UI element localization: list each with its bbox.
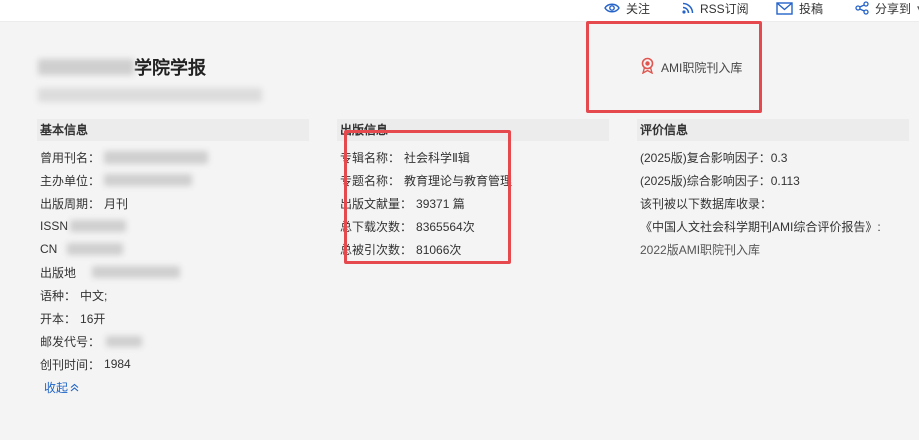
rss-button[interactable]: RSS订阅 (682, 0, 749, 16)
collapse-label: 收起 (44, 381, 69, 395)
award-ribbon-icon (640, 57, 655, 77)
indexed-by-text: 该刊被以下数据库收录： (640, 196, 773, 211)
rss-label: RSS订阅 (700, 1, 749, 16)
place-label: 出版地 (40, 265, 77, 280)
citations-row: 总被引次数： 81066次 (340, 241, 461, 257)
downloads-row: 总下载次数： 8365564次 (340, 218, 475, 234)
language-value: 中文; (80, 288, 108, 303)
journal-title-row: 学院学报 (38, 54, 206, 80)
downloads-label: 总下载次数： (340, 219, 413, 234)
frequency-row: 出版周期： 月刊 (40, 195, 128, 211)
topic-value: 教育理论与教育管理 (404, 173, 513, 188)
frequency-value: 月刊 (104, 196, 129, 211)
series-value: 社会科学Ⅱ辑 (404, 150, 470, 165)
founded-row: 创刊时间： 1984 (40, 356, 131, 372)
cn-label: CN (40, 242, 58, 256)
composite-if-row: (2025版)复合影响因子：0.3 (640, 149, 787, 165)
series-row: 专辑名称： 社会科学Ⅱ辑 (340, 149, 470, 165)
journal-title: 学院学报 (134, 58, 206, 79)
submit-label: 投稿 (799, 1, 824, 16)
report-entry-row: 2022版AMI职院刊入库 (640, 241, 760, 257)
submit-button[interactable]: 投稿 (776, 0, 823, 16)
docs-label: 出版文献量： (340, 196, 413, 211)
format-row: 开本： 16开 (40, 310, 105, 326)
indexed-by-row: 该刊被以下数据库收录： (640, 195, 772, 211)
top-bar: 关注 RSS订阅 投稿 分享到 ▾ (0, 0, 919, 22)
issn-row: ISSN (40, 218, 127, 234)
frequency-label: 出版周期： (40, 196, 101, 211)
comprehensive-if-row: (2025版)综合影响因子：0.113 (640, 172, 800, 188)
docs-row: 出版文献量： 39371 篇 (340, 195, 465, 211)
mail-icon (776, 1, 793, 15)
share-label: 分享到 (875, 1, 912, 16)
report-entry-text: 2022版AMI职院刊入库 (640, 242, 761, 257)
eye-icon (604, 2, 620, 14)
share-icon (855, 1, 869, 15)
format-label: 开本： (40, 311, 77, 326)
redacted-issn (70, 220, 127, 232)
sponsor-label: 主办单位： (40, 173, 101, 188)
rss-icon (682, 2, 694, 14)
format-value: 16开 (80, 311, 106, 326)
founded-value: 1984 (104, 357, 131, 371)
series-label: 专辑名称： (340, 150, 401, 165)
citations-value: 81066次 (416, 242, 462, 257)
follow-button[interactable]: 关注 (604, 0, 650, 16)
report-name-text: 《中国人文社会科学期刊AMI综合评价报告》: (640, 219, 881, 234)
language-row: 语种： 中文; (40, 287, 107, 303)
postal-label: 邮发代号： (40, 334, 101, 349)
basic-info-heading: 基本信息 (37, 119, 309, 141)
topic-label: 专题名称： (340, 173, 401, 188)
topic-row: 专题名称： 教育理论与教育管理 (340, 172, 512, 188)
ami-badge-label: AMI职院刊入库 (661, 60, 743, 75)
cn-row: CN (40, 241, 124, 257)
follow-label: 关注 (626, 1, 651, 16)
former-name-label: 曾用刊名： (40, 150, 101, 165)
former-name-row: 曾用刊名： (40, 149, 209, 165)
eval-info-heading: 评价信息 (637, 119, 909, 141)
report-name-row: 《中国人文社会科学期刊AMI综合评价报告》: (640, 218, 881, 234)
comprehensive-if-text: (2025版)综合影响因子：0.113 (640, 173, 800, 188)
redacted-postal-code (106, 335, 143, 347)
redacted-title-prefix (38, 59, 134, 75)
place-row: 出版地 (40, 264, 181, 280)
ami-badge[interactable]: AMI职院刊入库 (640, 57, 742, 77)
collapse-link[interactable]: 收起 (44, 379, 79, 396)
citations-label: 总被引次数： (340, 242, 413, 257)
language-label: 语种： (40, 288, 77, 303)
issn-label: ISSN (40, 219, 69, 233)
founded-label: 创刊时间： (40, 357, 101, 372)
redacted-sponsor (104, 174, 193, 186)
redacted-cn (67, 243, 124, 255)
redacted-subtitle (38, 88, 262, 102)
redacted-place (92, 266, 181, 278)
docs-value: 39371 篇 (416, 196, 465, 211)
downloads-value: 8365564次 (416, 219, 475, 234)
sponsor-row: 主办单位： (40, 172, 193, 188)
postal-row: 邮发代号： (40, 333, 143, 349)
publish-info-heading: 出版信息 (337, 119, 609, 141)
share-button[interactable]: 分享到 ▾ (855, 0, 919, 16)
redacted-former-name (104, 150, 209, 164)
double-chevron-up-icon (70, 381, 79, 395)
composite-if-text: (2025版)复合影响因子：0.3 (640, 150, 788, 165)
